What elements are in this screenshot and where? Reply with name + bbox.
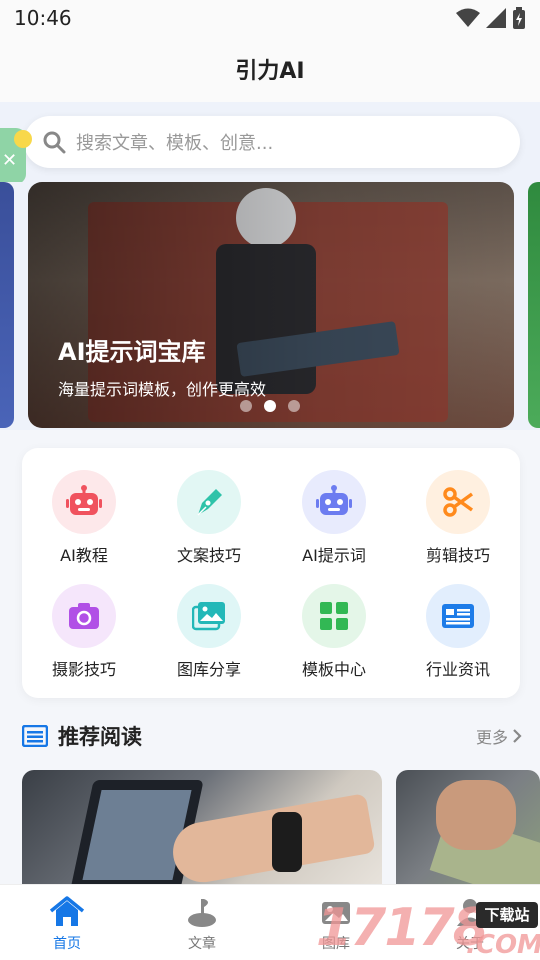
watermark-logo: 17178 下载站 .COM: [316, 898, 540, 960]
floating-widget-dot: [14, 130, 32, 148]
category-label: 摄影技巧: [51, 660, 116, 679]
robot-icon: [52, 470, 116, 534]
news-icon: [22, 725, 48, 747]
category-templates[interactable]: 模板中心: [272, 584, 396, 694]
category-ai-tutorial[interactable]: AI教程: [22, 470, 146, 580]
watermark-tag: 下载站: [476, 902, 538, 928]
signal-icon: [486, 8, 506, 28]
status-bar: 10:46: [0, 0, 540, 36]
category-grid: AI教程 文案技巧 AI提示词 剪辑技巧 摄影技巧 图库分享 模板中心 行业资讯: [22, 448, 520, 698]
image-gallery-icon: [177, 584, 241, 648]
robot-icon: [302, 470, 366, 534]
category-gallery-share[interactable]: 图库分享: [147, 584, 271, 694]
nav-articles[interactable]: 文章: [152, 895, 252, 953]
search-section: 搜索文章、模板、创意...: [0, 102, 540, 182]
banner-subtitle: 海量提示词模板，创作更高效: [58, 380, 267, 399]
page-title: 引力AI: [235, 59, 305, 84]
category-ai-prompts[interactable]: AI提示词: [272, 470, 396, 580]
status-time: 10:46: [14, 6, 72, 30]
status-icons: [456, 7, 526, 29]
article-image-screen: [82, 790, 192, 880]
nav-label: 文章: [188, 936, 216, 952]
category-label: 图库分享: [176, 660, 241, 679]
category-label: AI教程: [60, 546, 108, 565]
more-label: 更多: [475, 728, 508, 747]
category-industry-news[interactable]: 行业资讯: [396, 584, 520, 694]
scissors-icon: [426, 470, 490, 534]
battery-icon: [513, 7, 525, 29]
article-card[interactable]: [22, 770, 382, 886]
category-editing[interactable]: 剪辑技巧: [396, 470, 520, 580]
app-bar: 引力AI: [0, 36, 540, 102]
article-image-watch: [272, 812, 302, 872]
page-dot[interactable]: [288, 400, 300, 412]
home-icon: [49, 896, 85, 926]
page-indicator: [240, 400, 300, 412]
banner-title: AI提示词宝库: [58, 338, 206, 366]
watermark-com: .COM: [466, 930, 540, 960]
banner-prev-peek[interactable]: [0, 182, 14, 428]
category-label: 行业资讯: [425, 660, 490, 679]
wifi-icon: [456, 8, 480, 27]
pen-icon: [177, 470, 241, 534]
news-icon: [426, 584, 490, 648]
close-icon: ✕: [2, 150, 18, 171]
grid-icon: [302, 584, 366, 648]
banner-next-peek[interactable]: [528, 182, 540, 428]
chevron-right-icon: [513, 729, 522, 743]
search-input[interactable]: 搜索文章、模板、创意...: [24, 116, 520, 168]
recommend-title: 推荐阅读: [58, 725, 142, 749]
article-icon: [188, 899, 216, 927]
article-image-hand: [436, 780, 516, 850]
search-placeholder: 搜索文章、模板、创意...: [76, 133, 274, 154]
category-photography[interactable]: 摄影技巧: [22, 584, 146, 694]
page-dot-active[interactable]: [264, 400, 276, 412]
search-icon: [43, 131, 66, 154]
watermark-digits: 17178: [316, 898, 489, 958]
category-label: 剪辑技巧: [425, 546, 490, 565]
banner-carousel[interactable]: AI提示词宝库 海量提示词模板，创作更高效: [0, 182, 540, 430]
category-label: 模板中心: [301, 660, 366, 679]
banner-slide[interactable]: AI提示词宝库 海量提示词模板，创作更高效: [28, 182, 514, 428]
nav-home[interactable]: 首页: [17, 895, 117, 953]
recommend-header: 推荐阅读 更多: [22, 720, 522, 752]
floating-widget[interactable]: ✕: [0, 128, 32, 184]
article-card[interactable]: [396, 770, 540, 886]
page-dot[interactable]: [240, 400, 252, 412]
camera-icon: [52, 584, 116, 648]
category-label: 文案技巧: [176, 546, 241, 565]
category-label: AI提示词: [302, 546, 366, 565]
more-link[interactable]: 更多: [476, 724, 522, 748]
nav-label: 首页: [53, 936, 81, 952]
category-copywriting[interactable]: 文案技巧: [147, 470, 271, 580]
